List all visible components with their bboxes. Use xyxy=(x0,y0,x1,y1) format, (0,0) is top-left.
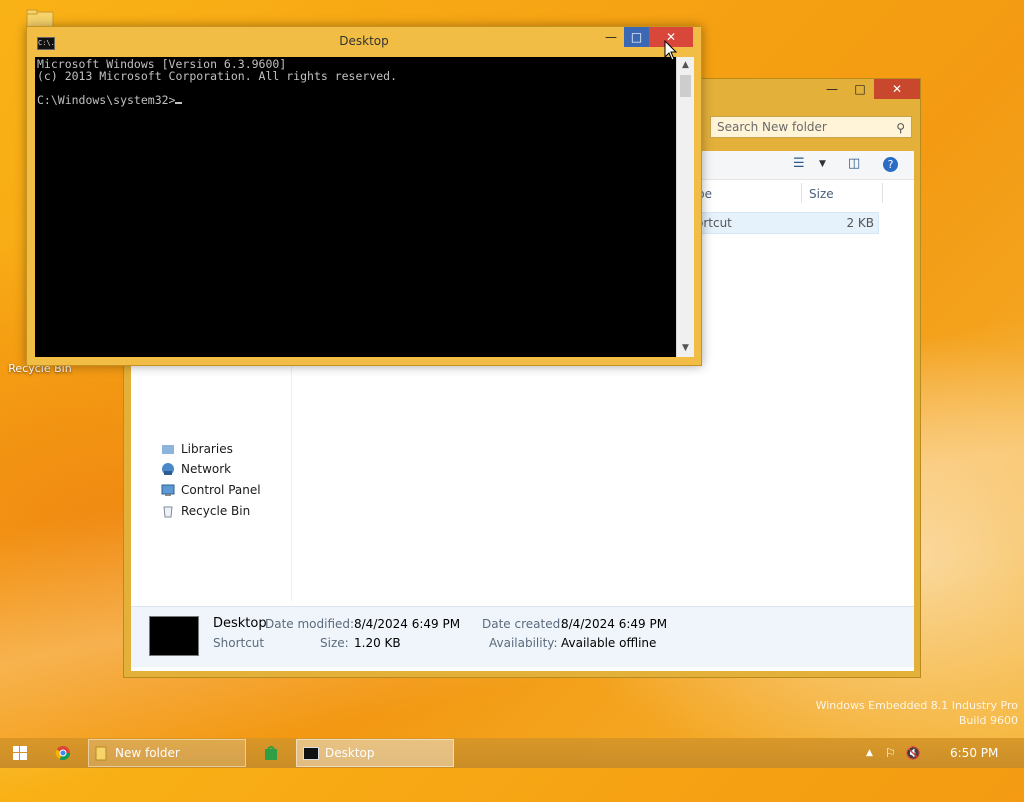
network-icon xyxy=(162,463,174,475)
search-placeholder: Search New folder xyxy=(717,120,827,134)
taskbar-item-label: New folder xyxy=(115,746,180,760)
details-date-modified: 8/4/2024 6:49 PM xyxy=(354,617,461,631)
taskbar-item-label: Desktop xyxy=(325,746,375,760)
scrollbar-thumb[interactable] xyxy=(680,75,691,97)
mouse-pointer-icon xyxy=(664,40,678,61)
preview-pane-icon[interactable]: ◫ xyxy=(848,156,860,171)
details-size-label: Size: xyxy=(320,636,349,650)
nav-label: Libraries xyxy=(181,442,233,456)
details-size: 1.20 KB xyxy=(354,636,401,650)
details-date-created-label: Date created: xyxy=(482,617,565,631)
nav-item-libraries[interactable]: Libraries xyxy=(161,439,233,459)
nav-item-control-panel[interactable]: Control Panel xyxy=(161,480,261,500)
chrome-icon xyxy=(55,746,71,761)
file-row-desktop[interactable]: ortcut 2 KB xyxy=(691,212,879,234)
watermark-line2: Build 9600 xyxy=(958,714,1018,727)
explorer-close-button[interactable]: ✕ xyxy=(874,79,920,99)
nav-label: Network xyxy=(181,462,232,476)
search-input[interactable]: Search New folder ⚲ xyxy=(710,116,912,138)
libraries-icon xyxy=(162,445,174,454)
explorer-minimize-button[interactable]: — xyxy=(818,79,846,99)
view-options-icon[interactable]: ☰ xyxy=(793,156,805,171)
explorer-maximize-button[interactable]: □ xyxy=(846,79,874,99)
recycle-bin-icon xyxy=(163,506,173,518)
start-button[interactable] xyxy=(0,738,40,768)
nav-label: Recycle Bin xyxy=(181,504,251,518)
volume-muted-icon[interactable]: 🔇 xyxy=(906,746,921,760)
taskbar-store-button[interactable] xyxy=(258,739,284,767)
details-date-created: 8/4/2024 6:49 PM xyxy=(561,617,668,631)
os-watermark: Windows Embedded 8.1 Industry Pro Build … xyxy=(816,698,1018,728)
column-separator xyxy=(882,183,883,203)
show-hidden-icons-icon[interactable]: ▲ xyxy=(866,748,873,758)
command-prompt-window[interactable]: C:\. Desktop — □ ✕ Microsoft Windows [Ve… xyxy=(26,26,702,366)
details-availability-label: Availability: xyxy=(489,636,558,650)
nav-item-recycle-bin[interactable]: Recycle Bin xyxy=(161,501,250,521)
column-separator xyxy=(801,183,802,203)
details-file-kind: Shortcut xyxy=(213,636,265,650)
cmd-minimize-button[interactable]: — xyxy=(598,27,624,47)
minimize-icon: — xyxy=(826,82,838,96)
console-prompt: C:\Windows\system32> xyxy=(37,93,176,107)
details-pane: Desktop Shortcut Date modified: 8/4/2024… xyxy=(131,606,914,667)
maximize-icon: □ xyxy=(854,82,866,96)
clock-time: 6:50 PM xyxy=(950,746,999,760)
nav-label: Control Panel xyxy=(181,483,261,497)
folder-icon xyxy=(95,746,107,761)
explorer-caption-buttons: — □ ✕ xyxy=(818,79,920,101)
column-header-size[interactable]: Size xyxy=(809,187,834,201)
minimize-icon: — xyxy=(605,30,617,44)
maximize-icon: □ xyxy=(630,30,643,44)
file-size-cell: 2 KB xyxy=(846,216,874,230)
scroll-up-icon[interactable]: ▲ xyxy=(677,57,694,74)
system-tray: ▲ ⚐ 🔇 xyxy=(866,738,921,768)
nav-item-network[interactable]: Network xyxy=(161,459,231,479)
windows-logo-icon xyxy=(13,746,27,760)
taskbar-item-desktop-cmd[interactable]: Desktop xyxy=(296,739,454,767)
close-icon: ✕ xyxy=(891,82,903,96)
details-date-modified-label: Date modified: xyxy=(265,617,355,631)
details-availability: Available offline xyxy=(561,636,657,650)
console-line: (c) 2013 Microsoft Corporation. All righ… xyxy=(37,69,398,83)
file-thumbnail xyxy=(149,616,199,656)
cmd-caption-buttons: — □ ✕ xyxy=(598,27,693,47)
taskbar-chrome-button[interactable] xyxy=(50,739,76,767)
taskbar-item-new-folder[interactable]: New folder xyxy=(88,739,246,767)
cmd-icon xyxy=(303,746,319,760)
store-icon xyxy=(265,746,277,760)
scroll-down-icon[interactable]: ▼ xyxy=(677,340,694,357)
console-prompt-line: C:\Windows\system32> xyxy=(37,94,674,106)
search-icon[interactable]: ⚲ xyxy=(896,118,905,138)
taskbar: New folder Desktop ▲ ⚐ 🔇 6:50 PM xyxy=(0,738,1024,768)
console-scrollbar[interactable]: ▲ ▼ xyxy=(676,57,694,357)
action-center-icon[interactable]: ⚐ xyxy=(885,746,896,760)
control-panel-icon xyxy=(161,484,175,496)
clock[interactable]: 6:50 PM xyxy=(950,738,998,768)
text-cursor xyxy=(175,102,183,104)
chevron-down-icon[interactable]: ▼ xyxy=(819,159,826,169)
console-output[interactable]: Microsoft Windows [Version 6.3.9600] (c) … xyxy=(35,57,676,357)
watermark-line1: Windows Embedded 8.1 Industry Pro xyxy=(815,699,1018,712)
cmd-maximize-button[interactable]: □ xyxy=(624,27,649,47)
details-file-name: Desktop xyxy=(213,616,267,631)
help-icon[interactable]: ? xyxy=(883,157,898,172)
